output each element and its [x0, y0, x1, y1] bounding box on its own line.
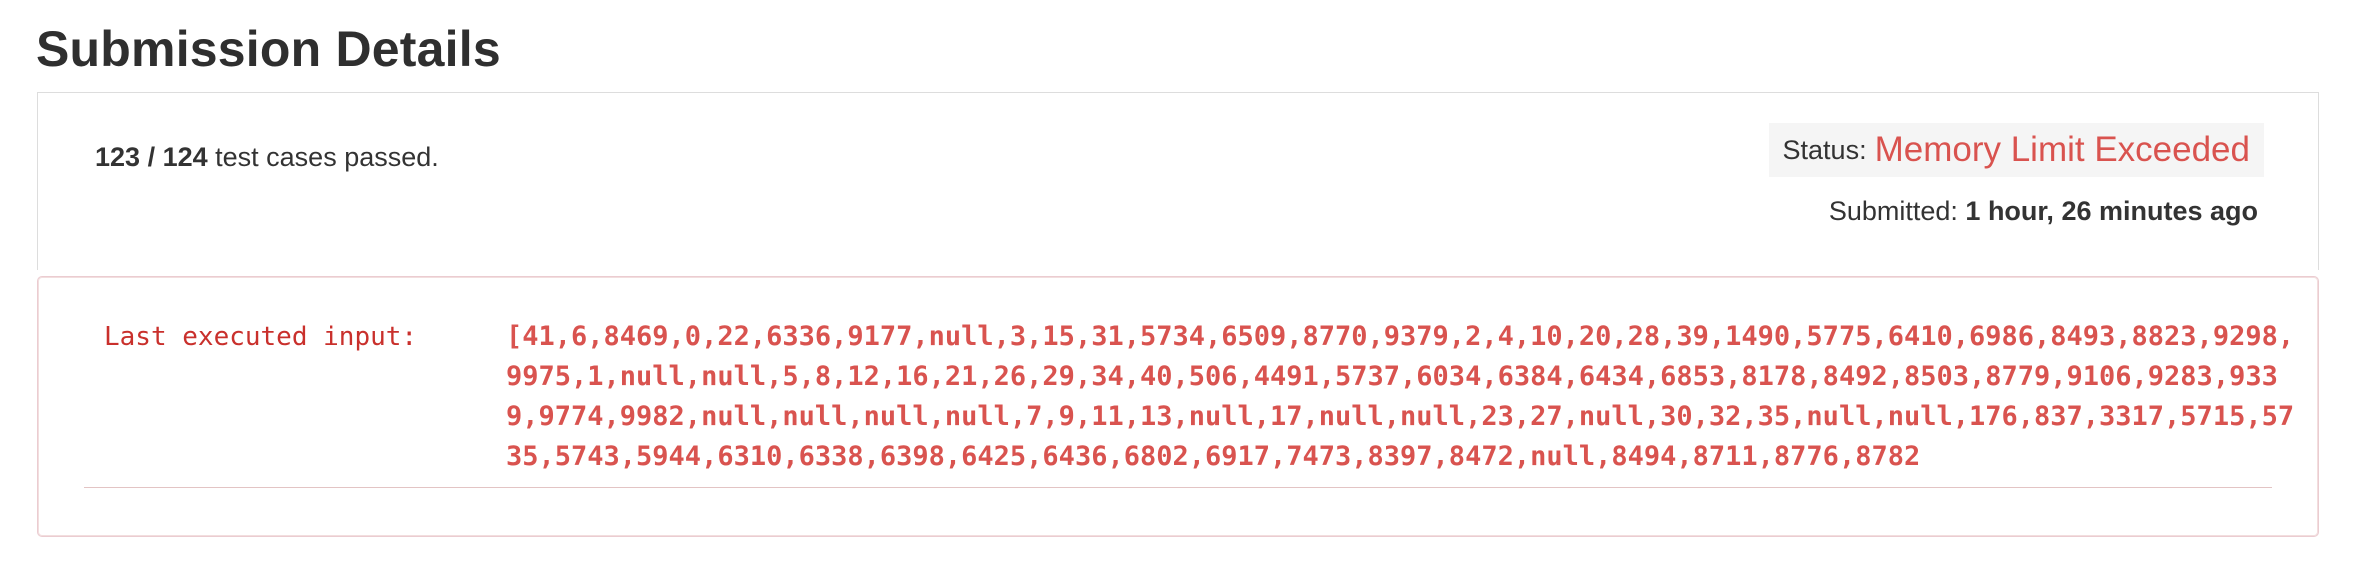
last-input-value: [41,6,8469,0,22,6336,9177,null,3,15,31,5… [506, 321, 2295, 472]
status-box: Status: Memory Limit Exceeded [1768, 123, 2264, 177]
passed-count: 123 [95, 142, 141, 172]
submitted-time: Submitted: 1 hour, 26 minutes ago [1829, 193, 2258, 229]
submitted-value: 1 hour, 26 minutes ago [1965, 196, 2258, 226]
summary-panel: 123 / 124 test cases passed. Status: Mem… [37, 92, 2319, 270]
last-input-panel: Last executed input: [41,6,8469,0,22,633… [37, 276, 2319, 537]
submitted-label: Submitted: [1828, 196, 1958, 226]
last-input-label: Last executed input: [104, 322, 418, 352]
divider [84, 487, 2272, 488]
total-count: 124 [162, 142, 208, 172]
status-value: Memory Limit Exceeded [1874, 130, 2250, 169]
page-title: Submission Details [36, 21, 501, 77]
cases-text: test cases passed. [207, 142, 439, 172]
submission-details-page: Submission Details 123 / 124 test cases … [0, 0, 2358, 576]
test-cases-summary: 123 / 124 test cases passed. [95, 139, 439, 175]
count-separator: / [140, 142, 163, 172]
status-label: Status: [1782, 134, 1867, 165]
